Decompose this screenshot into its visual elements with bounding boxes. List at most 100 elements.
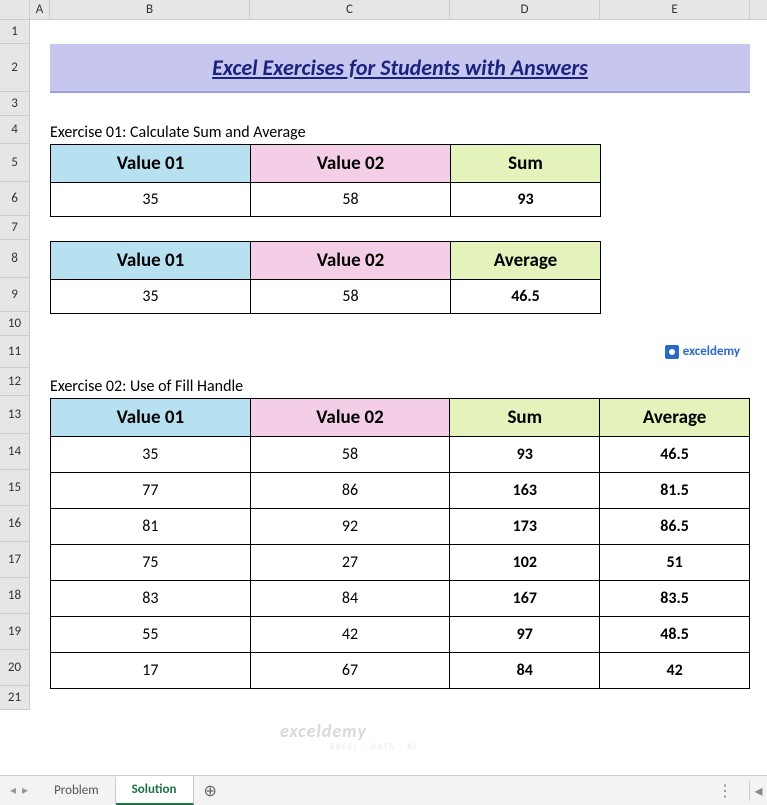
ex01-header-value01[interactable]: Value 01 xyxy=(51,242,251,280)
row-header-13[interactable]: 13 xyxy=(0,396,30,434)
row-header-20[interactable]: 20 xyxy=(0,650,30,686)
ex02-header-sum[interactable]: Sum xyxy=(450,399,600,437)
cell-value[interactable]: 58 xyxy=(251,183,451,217)
col-header-C[interactable]: C xyxy=(250,0,450,19)
ex02-header-value02[interactable]: Value 02 xyxy=(250,399,450,437)
row-header-11[interactable]: 11 xyxy=(0,336,30,368)
cell-value[interactable]: 35 xyxy=(51,280,251,314)
cell-result-avg[interactable]: 86.5 xyxy=(600,509,750,545)
scroll-left-icon[interactable]: ◂ xyxy=(749,781,767,801)
cell-value[interactable]: 55 xyxy=(51,617,251,653)
cell-result-sum[interactable]: 93 xyxy=(451,183,601,217)
row-header-14[interactable]: 14 xyxy=(0,434,30,470)
page-title: Excel Exercises for Students with Answer… xyxy=(50,44,750,93)
cell-value[interactable]: 67 xyxy=(250,653,450,689)
row-header-16[interactable]: 16 xyxy=(0,506,30,542)
cells-content: Excel Exercises for Students with Answer… xyxy=(50,20,750,689)
table-row: 17678442 xyxy=(51,653,750,689)
table-row: 778616381.5 xyxy=(51,473,750,509)
row-header-19[interactable]: 19 xyxy=(0,614,30,650)
tab-problem[interactable]: Problem xyxy=(38,777,116,804)
cell-value[interactable]: 42 xyxy=(250,617,450,653)
tab-nav-next-icon[interactable]: ▸ xyxy=(22,783,28,798)
cell-value[interactable]: 35 xyxy=(51,183,251,217)
cell-result-sum[interactable]: 97 xyxy=(450,617,600,653)
cell-result-sum[interactable]: 84 xyxy=(450,653,600,689)
sheet-tab-bar: ◂ ▸ Problem Solution ⊕ ⋮ ◂ xyxy=(0,775,767,805)
cell-result-sum[interactable]: 102 xyxy=(450,545,600,581)
watermark-text: exceldemy xyxy=(280,720,367,742)
exceldemy-logo: exceldemy xyxy=(665,344,740,359)
cell-result-avg[interactable]: 46.5 xyxy=(451,280,601,314)
cell-result-avg[interactable]: 42 xyxy=(600,653,750,689)
table-row: 752710251 xyxy=(51,545,750,581)
cell-value[interactable]: 58 xyxy=(250,437,450,473)
ex01-header-average[interactable]: Average xyxy=(451,242,601,280)
cell-value[interactable]: 75 xyxy=(51,545,251,581)
ex01-header-value02[interactable]: Value 02 xyxy=(251,145,451,183)
table-row: 819217386.5 xyxy=(51,509,750,545)
row-header-3[interactable]: 3 xyxy=(0,92,30,116)
cell-result-avg[interactable]: 48.5 xyxy=(600,617,750,653)
col-header-D[interactable]: D xyxy=(450,0,600,19)
tab-nav-prev-icon[interactable]: ◂ xyxy=(10,783,16,798)
row-header-7[interactable]: 7 xyxy=(0,216,30,240)
row-header-2[interactable]: 2 xyxy=(0,44,30,92)
add-sheet-icon[interactable]: ⊕ xyxy=(194,781,227,801)
tab-menu-icon[interactable]: ⋮ xyxy=(703,781,749,801)
table-row: 55429748.5 xyxy=(51,617,750,653)
watermark-subtext: EXCEL · DATA · BI xyxy=(330,742,418,752)
exercise-02-label: Exercise 02: Use of Fill Handle xyxy=(50,370,750,398)
cell-value[interactable]: 77 xyxy=(51,473,251,509)
cell-value[interactable]: 58 xyxy=(251,280,451,314)
ex01-header-sum[interactable]: Sum xyxy=(451,145,601,183)
cell-result-sum[interactable]: 93 xyxy=(450,437,600,473)
exceldemy-logo-text: exceldemy xyxy=(683,344,740,359)
exercise-02-table: Value 01 Value 02 Sum Average 35589346.5… xyxy=(50,398,750,689)
ex02-header-average[interactable]: Average xyxy=(600,399,750,437)
tab-solution[interactable]: Solution xyxy=(116,776,194,805)
row-header-18[interactable]: 18 xyxy=(0,578,30,614)
cell-value[interactable]: 35 xyxy=(51,437,251,473)
row-header-1[interactable]: 1 xyxy=(0,20,30,44)
row-header-10[interactable]: 10 xyxy=(0,312,30,336)
row-header-8[interactable]: 8 xyxy=(0,240,30,278)
row-header-15[interactable]: 15 xyxy=(0,470,30,506)
cell-value[interactable]: 86 xyxy=(250,473,450,509)
table-row: 35589346.5 xyxy=(51,437,750,473)
cell-result-avg[interactable]: 83.5 xyxy=(600,581,750,617)
col-header-B[interactable]: B xyxy=(50,0,250,19)
exercise-01-sum-table: Value 01 Value 02 Sum 35 58 93 xyxy=(50,144,601,217)
select-all-corner[interactable] xyxy=(0,0,30,19)
cell-value[interactable]: 81 xyxy=(51,509,251,545)
col-header-A[interactable]: A xyxy=(30,0,50,19)
cell-result-avg[interactable]: 51 xyxy=(600,545,750,581)
column-headers: A B C D E xyxy=(0,0,767,20)
ex01-header-value02[interactable]: Value 02 xyxy=(251,242,451,280)
table-row: 838416783.5 xyxy=(51,581,750,617)
cell-result-avg[interactable]: 46.5 xyxy=(600,437,750,473)
exercise-01-avg-table: Value 01 Value 02 Average 35 58 46.5 xyxy=(50,241,601,314)
row-header-6[interactable]: 6 xyxy=(0,182,30,216)
spreadsheet-grid: A B C D E 1 2 3 4 5 6 7 8 9 10 11 12 13 … xyxy=(0,0,767,775)
row-header-17[interactable]: 17 xyxy=(0,542,30,578)
row-header-9[interactable]: 9 xyxy=(0,278,30,312)
row-header-21[interactable]: 21 xyxy=(0,686,30,710)
cell-value[interactable]: 27 xyxy=(250,545,450,581)
cell-value[interactable]: 92 xyxy=(250,509,450,545)
row-header-4[interactable]: 4 xyxy=(0,116,30,144)
cell-value[interactable]: 17 xyxy=(51,653,251,689)
row-header-12[interactable]: 12 xyxy=(0,368,30,396)
tab-nav-group: ◂ ▸ xyxy=(0,783,38,798)
ex01-header-value01[interactable]: Value 01 xyxy=(51,145,251,183)
cell-value[interactable]: 84 xyxy=(250,581,450,617)
cell-result-sum[interactable]: 173 xyxy=(450,509,600,545)
ex02-header-value01[interactable]: Value 01 xyxy=(51,399,251,437)
cell-result-sum[interactable]: 167 xyxy=(450,581,600,617)
cell-result-avg[interactable]: 81.5 xyxy=(600,473,750,509)
exceldemy-icon xyxy=(665,345,679,359)
row-header-5[interactable]: 5 xyxy=(0,144,30,182)
col-header-E[interactable]: E xyxy=(600,0,750,19)
cell-value[interactable]: 83 xyxy=(51,581,251,617)
cell-result-sum[interactable]: 163 xyxy=(450,473,600,509)
